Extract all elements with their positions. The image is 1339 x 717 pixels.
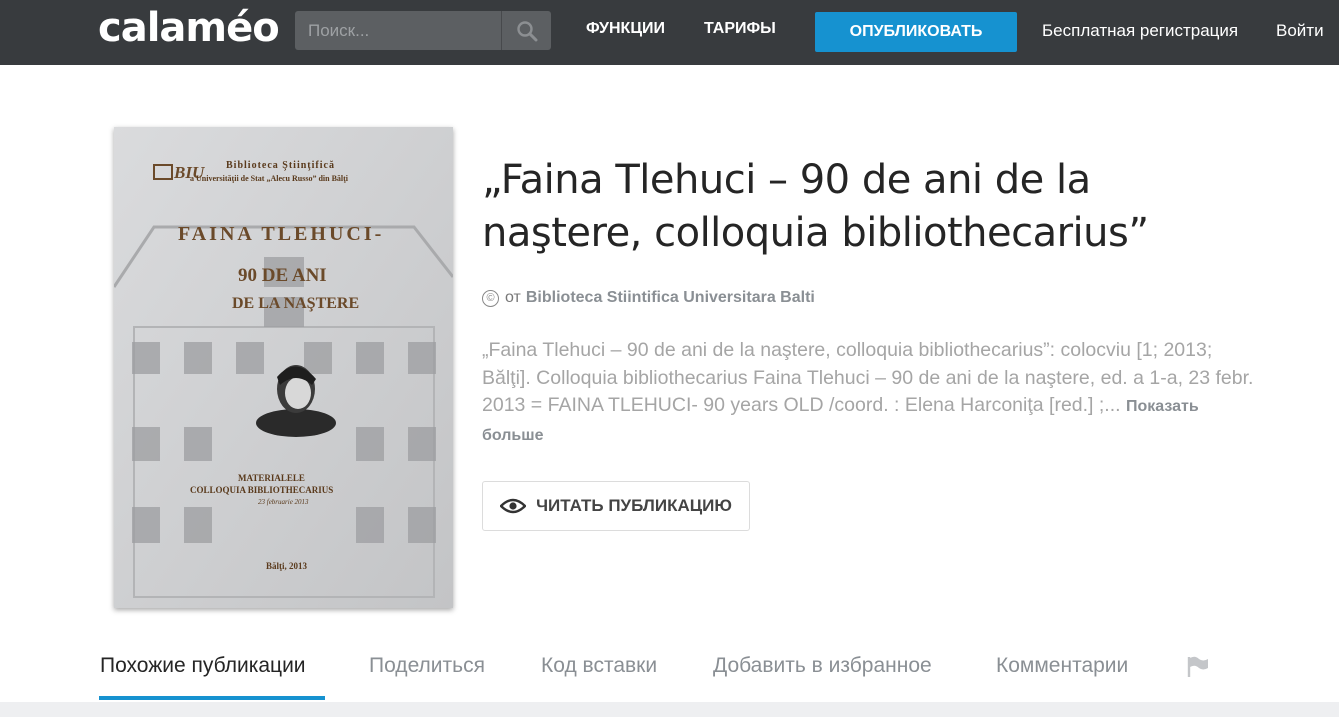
nav-pricing[interactable]: ТАРИФЫ [704, 20, 776, 38]
read-publication-button[interactable]: ЧИТАТЬ ПУБЛИКАЦИЮ [482, 481, 750, 531]
tab-share[interactable]: Поделиться [369, 654, 485, 678]
tab-similar[interactable]: Похожие публикации [100, 654, 306, 678]
publish-button[interactable]: ОПУБЛИКОВАТЬ [815, 12, 1017, 52]
search-box [295, 11, 551, 50]
cover-date: 23 februarie 2013 [258, 498, 309, 506]
search-input[interactable] [295, 11, 501, 50]
tab-comments[interactable]: Комментарии [996, 654, 1128, 678]
cover-library-line2: a Universităţii de Stat „Alecu Russo” di… [190, 174, 349, 183]
cover-image [114, 127, 453, 608]
flag-icon [1187, 656, 1208, 677]
author-line: © от Biblioteca Stiintifica Universitara… [482, 289, 815, 307]
cover-library-line1: Biblioteca Ştiinţifică [226, 160, 335, 171]
cover-materials-1: MATERIALELE [238, 473, 305, 483]
publication-description: „Faina Tlehuci – 90 de ani de la naştere… [482, 337, 1262, 449]
read-button-label: ЧИТАТЬ ПУБЛИКАЦИЮ [536, 496, 732, 515]
author-by-label: от [505, 289, 521, 306]
top-navigation-bar: calaméo ФУНКЦИИ ТАРИФЫ ОПУБЛИКОВАТЬ Бесп… [0, 0, 1339, 65]
cover-years: 90 DE ANI [238, 265, 327, 286]
author-link[interactable]: Biblioteca Stiintifica Universitara Balt… [526, 289, 815, 307]
tab-embed[interactable]: Код вставки [541, 654, 657, 678]
register-link[interactable]: Бесплатная регистрация [1042, 21, 1238, 41]
cover-materials-2: COLLOQUIA BIBLIOTHECARIUS [190, 485, 334, 495]
active-tab-indicator [99, 696, 325, 700]
report-flag-button[interactable] [1186, 655, 1210, 684]
search-button[interactable] [501, 11, 551, 50]
login-link[interactable]: Войти [1276, 21, 1324, 41]
publication-title: „Faina Tlehuci – 90 de ani de la naştere… [482, 157, 1149, 256]
eye-icon [500, 498, 527, 514]
tab-add-favorite[interactable]: Добавить в избранное [713, 654, 932, 678]
calameo-logo[interactable]: calaméo [98, 4, 280, 52]
tabs-divider [0, 702, 1339, 717]
cover-place-year: Bălţi, 2013 [266, 561, 308, 571]
copyright-icon: © [482, 289, 499, 307]
cover-name: FAINA TLEHUCI- [178, 223, 385, 245]
nav-features[interactable]: ФУНКЦИИ [586, 20, 665, 38]
search-icon [516, 20, 537, 41]
cover-subtitle: DE LA NAŞTERE [232, 295, 360, 312]
publication-cover[interactable]: BIU Biblioteca Ştiinţifică a Universităţ… [114, 127, 453, 608]
